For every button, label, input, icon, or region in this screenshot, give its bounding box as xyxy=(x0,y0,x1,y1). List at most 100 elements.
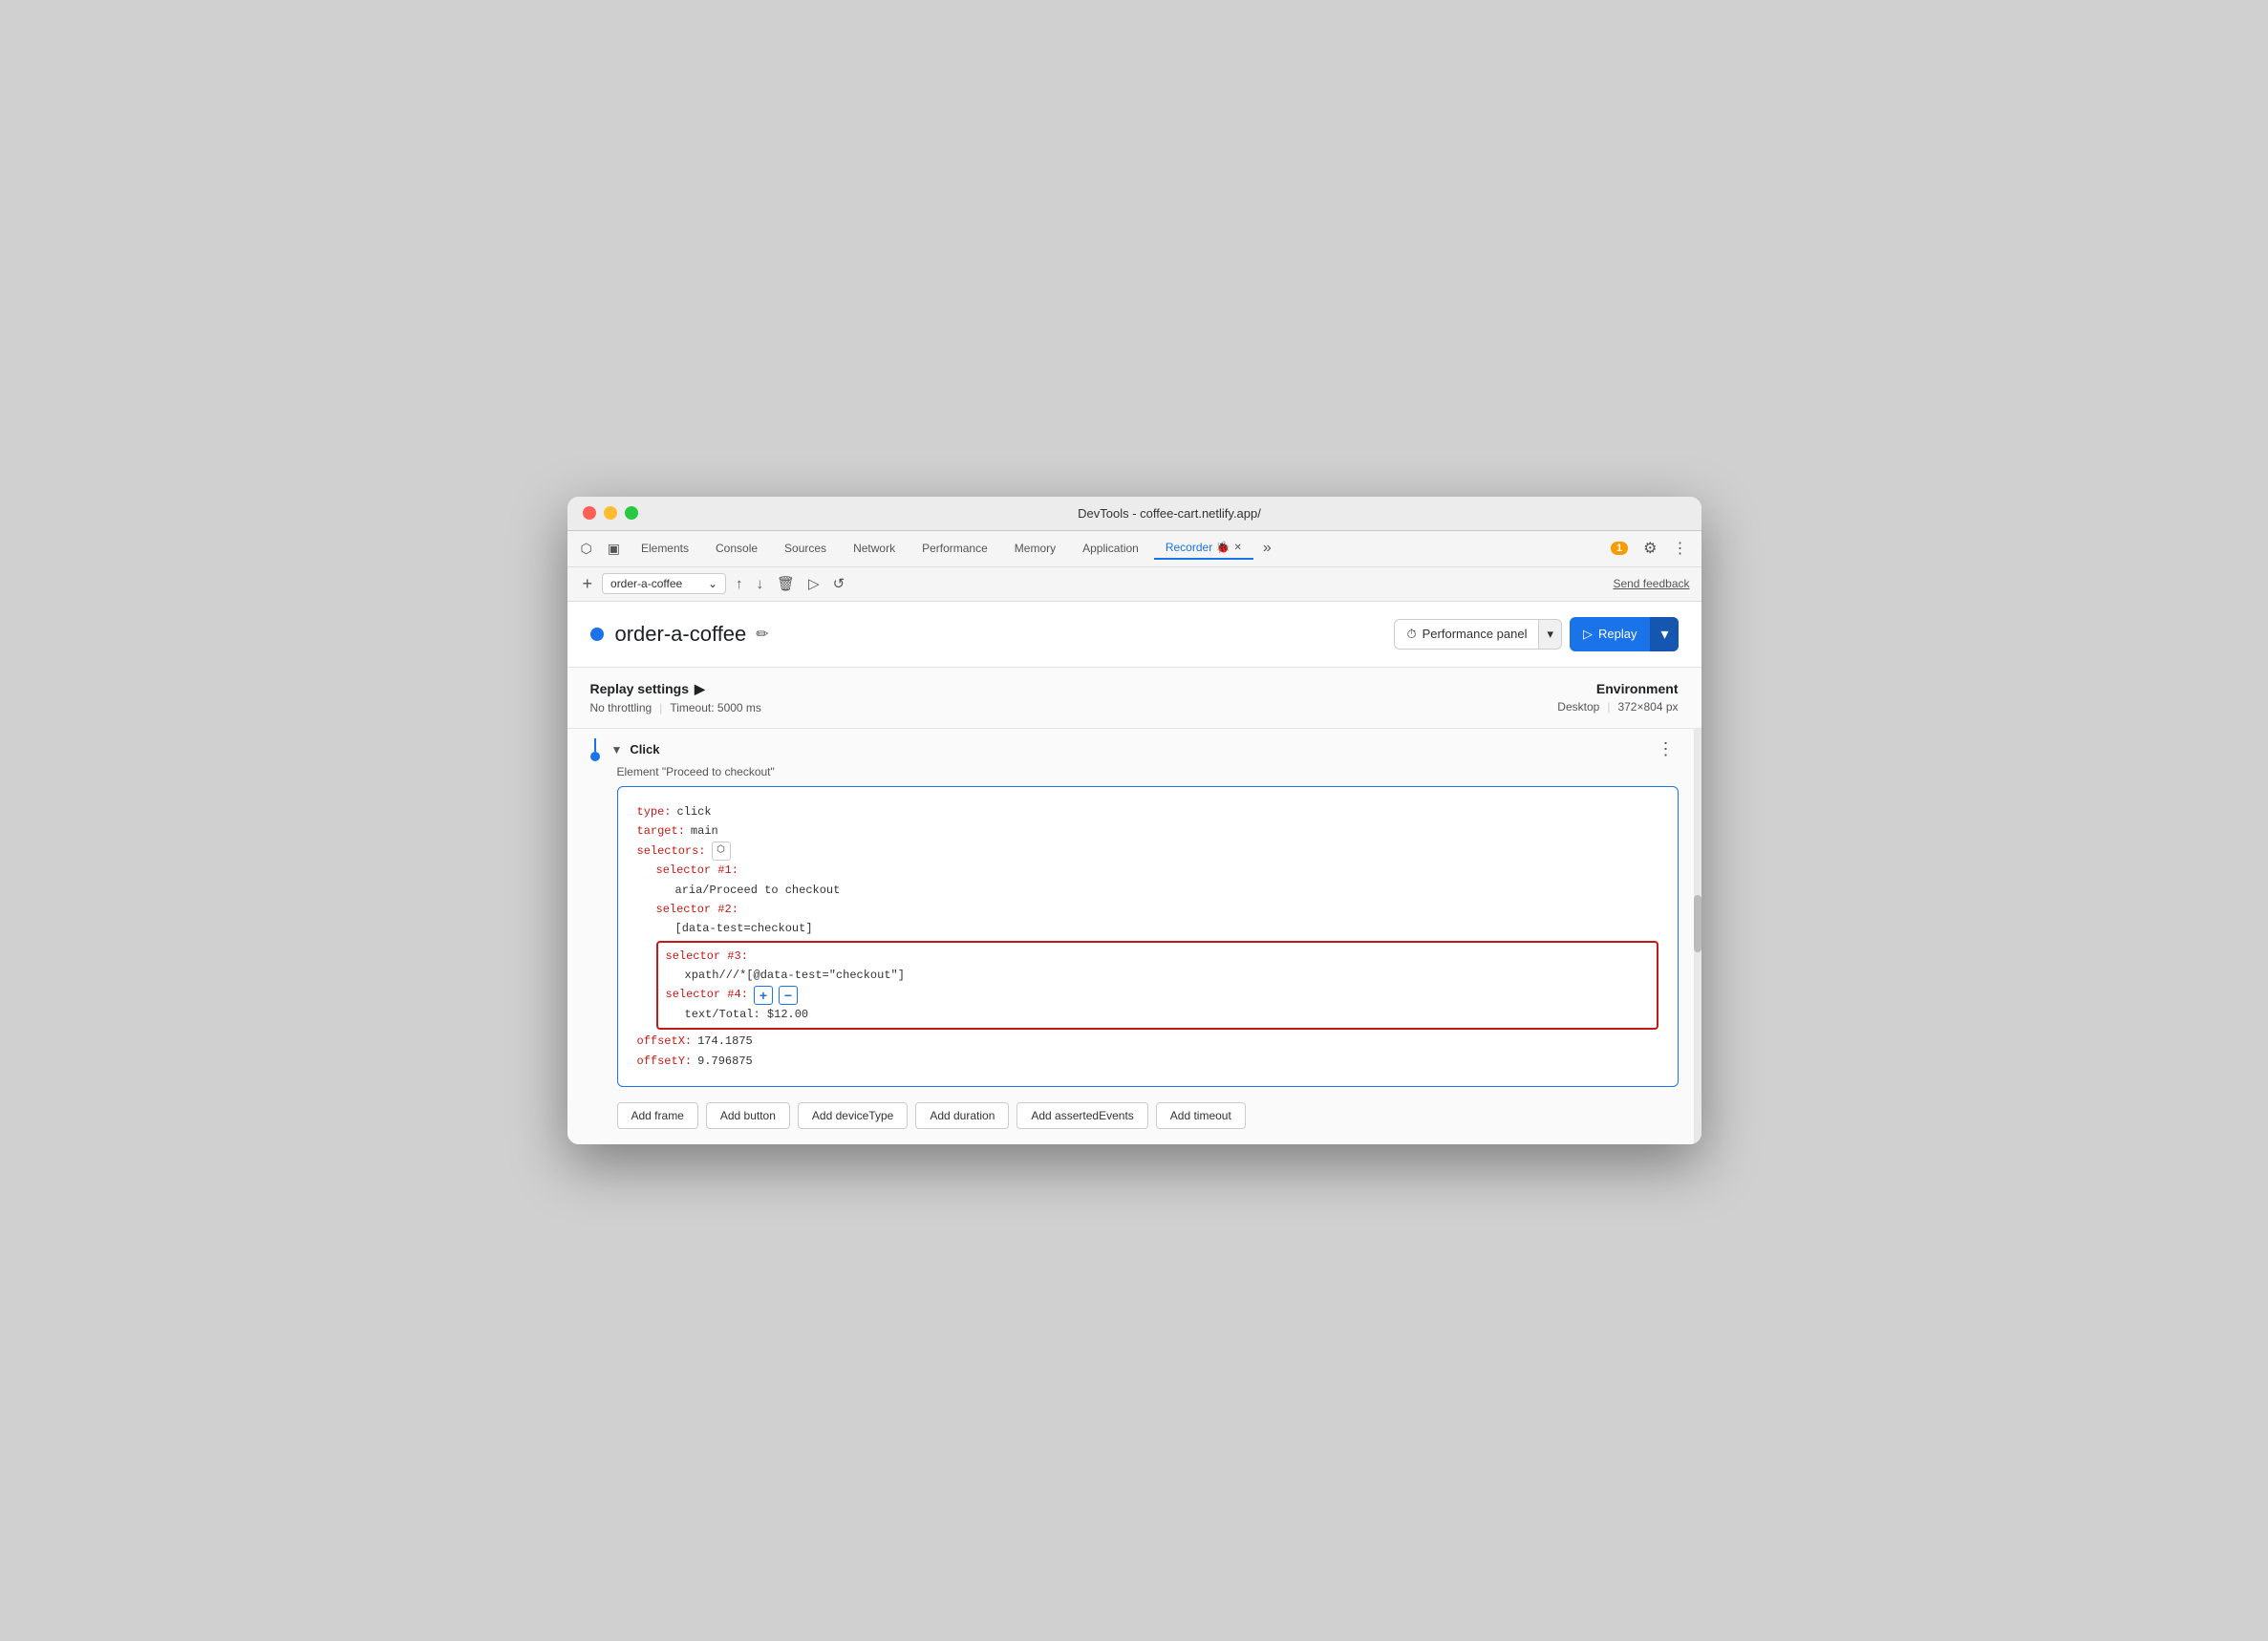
perf-panel-label: Performance panel xyxy=(1423,627,1528,641)
target-line: target: main xyxy=(637,821,1658,841)
selector2-value-line: [data-test=checkout] xyxy=(675,919,1658,938)
add-duration-button[interactable]: Add duration xyxy=(915,1102,1009,1129)
scrollbar-track[interactable] xyxy=(1694,729,1701,1144)
send-feedback-link[interactable]: Send feedback xyxy=(1613,577,1689,590)
step-click: ▼ Click ⋮ Element "Proceed to checkout" … xyxy=(590,729,1679,1144)
selector-remove-button[interactable]: − xyxy=(779,986,798,1005)
replay-settings-label: Replay settings xyxy=(590,681,689,696)
offsetX-value: 174.1875 xyxy=(697,1032,753,1051)
replay-button-group[interactable]: ▷ Replay ▾ xyxy=(1570,617,1679,651)
new-recording-button[interactable]: + xyxy=(579,570,597,598)
offsetX-line: offsetX: 174.1875 xyxy=(637,1032,1658,1051)
selector4-line: selector #4: + − xyxy=(666,985,1649,1004)
import-button[interactable]: ↓ xyxy=(753,572,768,596)
add-timeout-button[interactable]: Add timeout xyxy=(1156,1102,1246,1129)
selectors-group: selector #1: aria/Proceed to checkout se… xyxy=(656,861,1658,1030)
selector3-value-line: xpath///*[@data-test="checkout"] xyxy=(685,966,1649,985)
edit-recording-icon[interactable]: ✏ xyxy=(756,625,768,644)
recording-status-dot xyxy=(590,628,604,641)
delete-button[interactable]: 🗑 xyxy=(773,571,799,596)
toolbar: + order-a-coffee ⌄ ↑ ↓ 🗑 ▷ ↺ Send feedba… xyxy=(567,567,1701,602)
tab-application[interactable]: Application xyxy=(1071,538,1150,559)
step-type-label: Click xyxy=(630,742,659,757)
add-asserted-events-button[interactable]: Add assertedEvents xyxy=(1016,1102,1147,1129)
step-element-label: Element "Proceed to checkout" xyxy=(617,765,1679,778)
selector3-value: xpath///*[@data-test="checkout"] xyxy=(685,969,905,982)
environment-label: Environment xyxy=(1557,681,1678,696)
step-more-options-button[interactable]: ⋮ xyxy=(1654,739,1679,759)
replay-settings-arrow-icon: ▶ xyxy=(695,681,705,697)
add-device-type-button[interactable]: Add deviceType xyxy=(798,1102,908,1129)
selector2-line: selector #2: xyxy=(656,900,1658,919)
steps-area: ▼ Click ⋮ Element "Proceed to checkout" … xyxy=(567,729,1701,1144)
tabbar: ⬡ ▣ Elements Console Sources Network Per… xyxy=(567,531,1701,567)
more-tabs-icon[interactable]: » xyxy=(1257,540,1277,557)
traffic-lights xyxy=(583,506,638,520)
replay-settings-left: Replay settings ▶ No throttling | Timeou… xyxy=(590,681,1558,714)
resolution-value: 372×804 px xyxy=(1617,700,1678,714)
replay-all-button[interactable]: ↺ xyxy=(829,571,849,596)
notification-badge: 1 xyxy=(1611,542,1628,555)
selector-tool-icon[interactable]: ⬡ xyxy=(712,842,731,861)
replay-settings-toggle[interactable]: Replay settings ▶ xyxy=(590,681,1558,697)
replay-play-icon: ▷ xyxy=(1583,627,1593,642)
selector1-line: selector #1: xyxy=(656,861,1658,880)
tab-sources[interactable]: Sources xyxy=(773,538,838,559)
tab-elements[interactable]: Elements xyxy=(630,538,700,559)
selector3-key: selector #3: xyxy=(666,947,748,966)
minimize-button[interactable] xyxy=(604,506,617,520)
recording-name-selector[interactable]: order-a-coffee ⌄ xyxy=(602,573,726,594)
target-value: main xyxy=(691,821,718,841)
step-expand-icon[interactable]: ▼ xyxy=(611,743,623,757)
step-indicator xyxy=(590,738,600,761)
type-line: type: click xyxy=(637,802,1658,821)
tab-recorder-label: Recorder 🐞 xyxy=(1166,541,1230,554)
export-button[interactable]: ↑ xyxy=(732,572,747,596)
recording-header: order-a-coffee ✏ ⏱ Performance panel ▾ ▷… xyxy=(567,602,1701,668)
dock-icon[interactable]: ▣ xyxy=(602,537,626,561)
replay-button-main[interactable]: ▷ Replay xyxy=(1570,619,1650,650)
tab-memory[interactable]: Memory xyxy=(1003,538,1067,559)
window-title: DevTools - coffee-cart.netlify.app/ xyxy=(653,506,1686,521)
recording-name-chevron-icon[interactable]: ⌄ xyxy=(708,577,717,590)
tab-performance[interactable]: Performance xyxy=(910,538,999,559)
selector1-key: selector #1: xyxy=(656,861,738,880)
step-header: ▼ Click ⋮ xyxy=(590,729,1679,765)
type-key: type: xyxy=(637,802,672,821)
perf-panel-dropdown-icon[interactable]: ▾ xyxy=(1538,620,1561,649)
performance-panel-button[interactable]: ⏱ Performance panel ▾ xyxy=(1394,619,1562,650)
selector1-value: aria/Proceed to checkout xyxy=(675,884,841,897)
titlebar: DevTools - coffee-cart.netlify.app/ xyxy=(567,497,1701,531)
tab-recorder[interactable]: Recorder 🐞 ✕ xyxy=(1154,537,1253,560)
recording-title: order-a-coffee xyxy=(615,622,747,647)
selector-highlighted-group: selector #3: xpath///*[@data-test="check… xyxy=(656,941,1658,1031)
replay-settings-subtitle: No throttling | Timeout: 5000 ms xyxy=(590,701,1558,714)
tab-recorder-close-icon[interactable]: ✕ xyxy=(1233,543,1241,553)
scrollbar-thumb[interactable] xyxy=(1694,895,1701,952)
tab-console[interactable]: Console xyxy=(704,538,769,559)
selectors-line: selectors: ⬡ xyxy=(637,842,1658,861)
perf-panel-icon: ⏱ xyxy=(1406,627,1416,642)
settings-icon[interactable]: ⚙ xyxy=(1637,539,1662,558)
maximize-button[interactable] xyxy=(625,506,638,520)
add-frame-button[interactable]: Add frame xyxy=(617,1102,698,1129)
start-recording-button[interactable]: ▷ xyxy=(804,571,824,596)
selector4-key: selector #4: xyxy=(666,985,748,1004)
offsetX-key: offsetX: xyxy=(637,1032,693,1051)
tab-network[interactable]: Network xyxy=(842,538,907,559)
selector1-value-line: aria/Proceed to checkout xyxy=(675,881,1658,900)
step-code-block: type: click target: main selectors: ⬡ se… xyxy=(617,786,1679,1087)
more-options-icon[interactable]: ⋮ xyxy=(1667,539,1694,558)
cursor-icon[interactable]: ⬡ xyxy=(575,537,598,561)
selector-add-button[interactable]: + xyxy=(754,986,773,1005)
step-dot xyxy=(590,752,600,761)
step-line xyxy=(594,738,596,752)
action-buttons: Add frame Add button Add deviceType Add … xyxy=(590,1095,1679,1144)
replay-settings-bar: Replay settings ▶ No throttling | Timeou… xyxy=(567,668,1701,729)
replay-dropdown-icon[interactable]: ▾ xyxy=(1650,617,1678,651)
replay-settings-right: Environment Desktop | 372×804 px xyxy=(1557,681,1678,714)
environment-value: Desktop | 372×804 px xyxy=(1557,700,1678,714)
add-button-button[interactable]: Add button xyxy=(706,1102,790,1129)
timeout-value: Timeout: 5000 ms xyxy=(670,701,761,714)
close-button[interactable] xyxy=(583,506,596,520)
